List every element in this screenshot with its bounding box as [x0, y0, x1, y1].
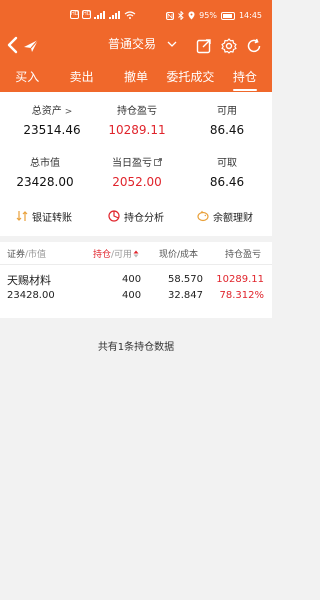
position-analysis-label: 持仓分析 — [124, 212, 164, 224]
daily-pnl-value: 2052.00 — [112, 175, 162, 189]
title-bar: 普通交易 — [0, 30, 272, 60]
header-security-sub: /市值 — [25, 250, 47, 260]
row-market-value: 23428.00 — [7, 290, 55, 301]
tab-orders-trades[interactable]: 委托成交 — [163, 66, 217, 92]
available-value: 86.46 — [209, 123, 245, 137]
balance-wealth-label: 余额理财 — [213, 212, 253, 224]
gear-icon[interactable] — [221, 38, 237, 54]
market-value-label: 总市值 — [30, 158, 60, 169]
total-assets-cell[interactable]: 总资产 > 23514.46 — [7, 102, 97, 137]
withdrawable-label: 可取 — [217, 158, 237, 169]
total-assets-label: 总资产 — [31, 106, 62, 117]
app-header: HD HD 95% 14:45 普通交易 买入 卖出 撤单 委托成交 持仓 — [0, 0, 272, 92]
tab-sell[interactable]: 卖出 — [54, 66, 108, 92]
position-pnl-value: 10289.11 — [108, 123, 166, 137]
wifi-icon — [124, 10, 136, 19]
withdrawable-value: 86.46 — [209, 175, 245, 189]
tab-buy[interactable]: 买入 — [0, 66, 54, 92]
position-analysis-button[interactable]: 持仓分析 — [108, 204, 164, 228]
chevron-right-icon: > — [64, 107, 73, 117]
network-chip-2: HD — [82, 10, 91, 19]
balance-wealth-button[interactable]: 余额理财 — [197, 204, 253, 228]
position-pnl-label: 持仓盈亏 — [117, 106, 157, 117]
total-assets-value: 23514.46 — [23, 123, 81, 137]
position-pnl-cell: 持仓盈亏 10289.11 — [92, 102, 182, 137]
bank-transfer-button[interactable]: 银证转账 — [16, 204, 72, 228]
tab-cancel-order[interactable]: 撤单 — [109, 66, 163, 92]
table-row[interactable]: 天赐材料 23428.00 400 400 58.570 32.847 1028… — [0, 272, 272, 312]
chevron-down-icon[interactable] — [166, 38, 178, 50]
trade-tabs: 买入 卖出 撤单 委托成交 持仓 — [0, 66, 272, 92]
battery-icon — [220, 11, 235, 20]
location-icon — [188, 11, 195, 20]
back-arrow-icon[interactable] — [6, 36, 20, 54]
row-pnl-percent: 78.312% — [219, 290, 265, 301]
header-divider — [0, 264, 272, 265]
row-security-name: 天赐材料 — [7, 274, 51, 287]
tab-positions[interactable]: 持仓 — [218, 66, 272, 92]
row-price: 58.570 — [168, 274, 203, 285]
header-holding[interactable]: 持仓/可用 — [93, 247, 139, 260]
signal-icon-2 — [109, 10, 120, 19]
market-value-cell: 总市值 23428.00 — [0, 154, 90, 189]
header-holding-label: 持仓 — [93, 250, 112, 260]
row-available: 400 — [122, 290, 142, 301]
bank-transfer-label: 银证转账 — [32, 212, 72, 224]
external-link-icon — [154, 158, 162, 166]
nfc-icon — [166, 11, 175, 20]
refresh-icon[interactable] — [246, 38, 262, 54]
positions-table: 证券/市值 持仓/可用 现价/成本 持仓盈亏 天赐材料 23428.00 400… — [0, 242, 272, 318]
header-security-label: 证券 — [7, 250, 26, 260]
page-title[interactable]: 普通交易 — [108, 35, 156, 52]
table-header: 证券/市值 持仓/可用 现价/成本 持仓盈亏 — [0, 242, 272, 264]
daily-pnl-label: 当日盈亏 — [112, 158, 152, 169]
header-security[interactable]: 证券/市值 — [7, 247, 46, 260]
quick-actions: 银证转账 持仓分析 余额理财 — [0, 204, 272, 228]
signal-icon — [94, 10, 105, 19]
market-value-value: 23428.00 — [16, 175, 74, 189]
pie-chart-icon — [108, 210, 120, 222]
network-chip-1: HD — [70, 10, 79, 19]
row-cost: 32.847 — [168, 290, 203, 301]
row-pnl: 10289.11 — [216, 274, 264, 285]
broker-logo-icon — [24, 39, 39, 52]
battery-percent: 95% — [199, 11, 217, 20]
bluetooth-icon — [178, 11, 184, 20]
sort-icon — [133, 250, 139, 258]
available-label: 可用 — [217, 106, 237, 117]
account-summary: 总资产 > 23514.46 持仓盈亏 10289.11 可用 86.46 总市值… — [0, 92, 272, 236]
share-icon[interactable] — [196, 38, 212, 54]
available-cell: 可用 86.46 — [182, 102, 272, 137]
withdrawable-cell: 可取 86.46 — [182, 154, 272, 189]
status-bar: HD HD 95% 14:45 — [0, 8, 272, 28]
daily-pnl-cell[interactable]: 当日盈亏 2052.00 — [92, 154, 182, 189]
position-count-note: 共有1条持仓数据 — [97, 342, 175, 353]
header-pnl[interactable]: 持仓盈亏 — [225, 247, 261, 260]
row-holding: 400 — [122, 274, 142, 285]
piggy-bank-icon — [197, 210, 209, 222]
header-holding-sub: /可用 — [111, 250, 133, 260]
header-price-cost[interactable]: 现价/成本 — [159, 247, 198, 260]
transfer-icon — [16, 211, 28, 221]
clock: 14:45 — [238, 11, 262, 20]
